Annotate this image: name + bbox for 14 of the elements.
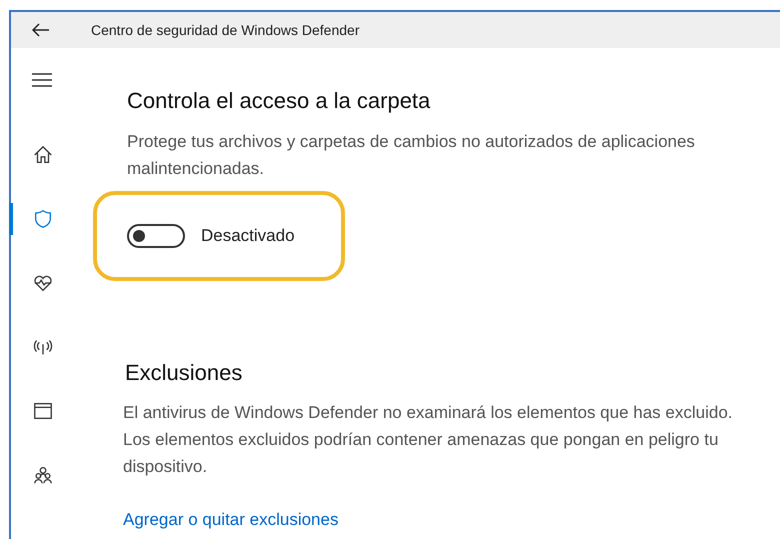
section-title: Exclusiones	[125, 359, 244, 387]
exclusions-link[interactable]: Agregar o quitar exclusiones	[123, 507, 338, 532]
section-description: Protege tus archivos y carpetas de cambios no autorizados de aplicaciones malintencionadas.	[127, 131, 696, 180]
toggle-label: Desactivado	[201, 225, 295, 248]
window-icon	[32, 400, 54, 422]
people-icon	[32, 464, 54, 486]
section-description: El antivirus de Windows Defender no examinará los elementos que has excluido. Los elementos excluidos podrían contener amenazas que pongan en peligro tu dispositivo.	[123, 402, 734, 478]
menu-icon	[31, 73, 53, 87]
home-icon	[32, 144, 54, 166]
window-title: Centro de seguridad de Windows Defender	[91, 20, 360, 40]
back-arrow-icon	[32, 23, 50, 37]
section-title: Controla el acceso a la carpeta	[127, 87, 432, 115]
shield-icon	[32, 208, 54, 230]
toggle-switch[interactable]	[127, 224, 185, 248]
